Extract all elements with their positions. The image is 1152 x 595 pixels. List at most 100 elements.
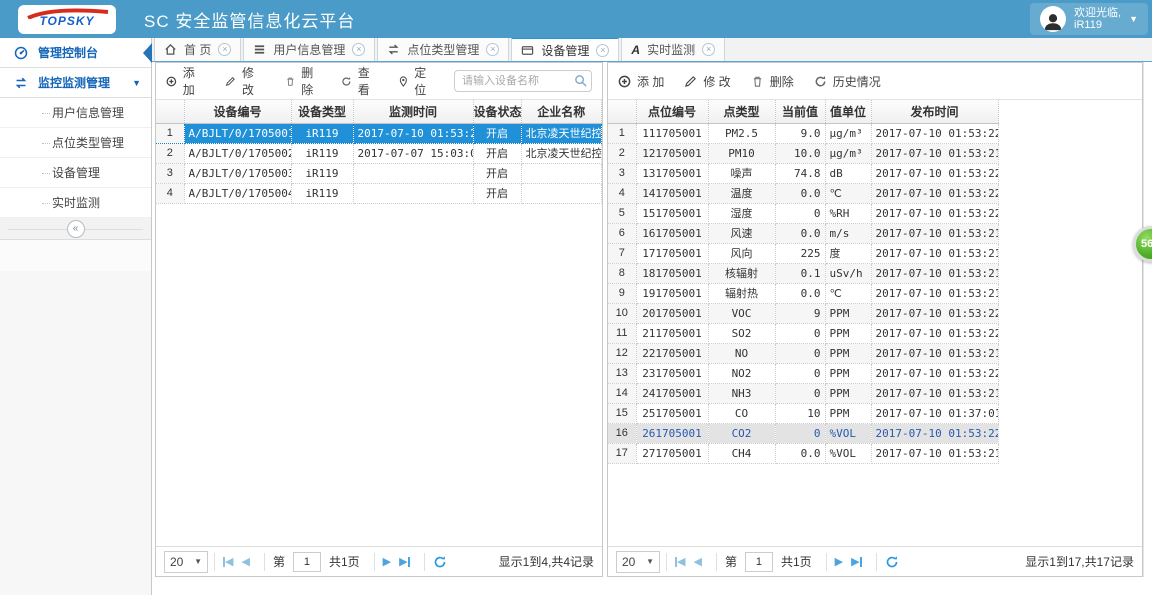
cell[interactable]: 0.0 [775,283,826,304]
table-row[interactable]: 17 271705001 CH4 0.0 %VOL 2017-07-10 01:53:21 [608,443,999,464]
table-row[interactable]: 2 A/BJLT/0/1705002 iR119 2017-07-07 15:03:0… [156,143,602,164]
tab-device-mgmt[interactable]: 设备管理 × [511,37,620,61]
cell[interactable] [521,183,602,204]
cell[interactable]: NO [708,343,776,364]
cell[interactable]: PPM [825,343,872,364]
cell[interactable]: iR119 [291,163,354,184]
cell[interactable]: 0.1 [775,263,826,284]
column-header[interactable]: 设备编号 [184,100,292,124]
cell[interactable]: CO [708,403,776,424]
column-header[interactable]: 值单位 [825,100,872,124]
table-row[interactable]: 13 231705001 NO2 0 PPM 2017-07-10 01:53:22 [608,363,999,384]
cell[interactable]: 261705001 [636,423,709,444]
cell[interactable]: 111705001 [636,123,709,144]
cell[interactable]: A/BJLT/0/1705004 [184,183,292,204]
next-page-button[interactable]: ▶ [383,555,391,568]
cell[interactable]: 0 [775,363,826,384]
cell[interactable]: 辐射热 [708,283,776,304]
row-number[interactable]: 3 [156,163,185,184]
cell[interactable]: μg/m³ [825,123,872,144]
search-icon[interactable] [574,74,587,87]
table-row[interactable]: 2 121705001 PM10 10.0 μg/m³ 2017-07-10 01:53:… [608,143,999,164]
sidebar-section-console[interactable]: 管理控制台 [0,38,151,68]
user-menu[interactable]: 欢迎光临, iR119 ▼ [1030,3,1148,35]
cell[interactable]: 2017-07-07 15:03:05 [353,143,474,164]
cell[interactable]: 181705001 [636,263,709,284]
cell[interactable]: 2017-07-10 01:53:21 [871,243,999,264]
cell[interactable]: A/BJLT/0/1705002 [184,143,292,164]
page-size-select[interactable]: 20 ▼ [616,550,660,573]
cell[interactable]: μg/m³ [825,143,872,164]
row-number[interactable]: 12 [608,343,637,364]
row-number[interactable]: 8 [608,263,637,284]
table-row[interactable]: 11 211705001 SO2 0 PPM 2017-07-10 01:53:22 [608,323,999,344]
cell[interactable]: 开启 [473,183,522,204]
table-row[interactable]: 16 261705001 CO2 0 %VOL 2017-07-10 01:53:22 [608,423,999,444]
prev-page-button[interactable]: ◀ [693,555,701,568]
cell[interactable]: 2017-07-10 01:53:21 [871,443,999,464]
cell[interactable]: 9.0 [775,123,826,144]
view-button[interactable]: 查看 [341,64,377,98]
cell[interactable]: PM2.5 [708,123,776,144]
cell[interactable]: 2017-07-10 01:53:22 [871,123,999,144]
close-icon[interactable]: × [702,43,716,56]
cell[interactable]: 温度 [708,183,776,204]
refresh-icon[interactable] [885,555,899,569]
cell[interactable] [353,183,474,204]
cell[interactable]: 0 [775,203,826,224]
column-header[interactable]: 监测时间 [353,100,474,124]
add-button[interactable]: 添 加 [618,73,664,90]
cell[interactable]: 221705001 [636,343,709,364]
close-icon[interactable]: × [352,43,366,56]
table-row[interactable]: 6 161705001 风速 0.0 m/s 2017-07-10 01:53:21 [608,223,999,244]
cell[interactable]: 开启 [473,123,522,144]
row-number[interactable]: 10 [608,303,637,324]
cell[interactable]: SO2 [708,323,776,344]
table-row[interactable]: 10 201705001 VOC 9 PPM 2017-07-10 01:53:22 [608,303,999,324]
cell[interactable]: dB [825,163,872,184]
cell[interactable]: 2017-07-10 01:53:22 [871,183,999,204]
edit-button[interactable]: 修 改 [684,73,731,90]
cell[interactable]: 0 [775,323,826,344]
page-number-input[interactable] [292,551,321,572]
chevron-down-icon[interactable]: ▼ [1129,14,1138,24]
edit-button[interactable]: 修 改 [225,64,264,98]
row-number[interactable]: 15 [608,403,637,424]
cell[interactable]: 2017-07-10 01:53:21 [871,223,999,244]
cell[interactable]: 231705001 [636,363,709,384]
row-number[interactable]: 2 [156,143,185,164]
row-number[interactable]: 11 [608,323,637,344]
cell[interactable]: 北京凌天世纪控股股份有限公司 [521,123,602,144]
table-row[interactable]: 1 A/BJLT/0/1705001 iR119 2017-07-10 01:53:2… [156,123,602,144]
row-number[interactable]: 5 [608,203,637,224]
cell[interactable]: iR119 [291,143,354,164]
cell[interactable]: 161705001 [636,223,709,244]
cell[interactable] [353,163,474,184]
cell[interactable]: uSv/h [825,263,872,284]
delete-button[interactable]: 删除 [285,64,321,98]
row-number[interactable]: 14 [608,383,637,404]
close-icon[interactable]: × [596,43,610,57]
cell[interactable]: 10 [775,403,826,424]
cell[interactable]: 2017-07-10 01:37:01 [871,403,999,424]
cell[interactable]: 211705001 [636,323,709,344]
sidebar-section-monitoring[interactable]: 监控监测管理 ▼ [0,68,151,98]
row-number[interactable]: 7 [608,243,637,264]
close-icon[interactable]: × [218,43,232,56]
table-row[interactable]: 3 A/BJLT/0/1705003 iR119 开启 [156,163,602,184]
delete-button[interactable]: 删除 [751,73,794,90]
cell[interactable]: PPM [825,363,872,384]
row-number[interactable]: 2 [608,143,637,164]
cell[interactable]: 2017-07-10 01:53:21 [871,263,999,284]
cell[interactable]: 151705001 [636,203,709,224]
cell[interactable]: 271705001 [636,443,709,464]
cell[interactable]: 131705001 [636,163,709,184]
sidebar-item-device-mgmt[interactable]: 设备管理 [0,158,151,188]
history-button[interactable]: 历史情况 [814,73,881,90]
cell[interactable]: %RH [825,203,872,224]
cell[interactable]: ℃ [825,283,872,304]
cell[interactable]: 191705001 [636,283,709,304]
cell[interactable]: CO2 [708,423,776,444]
cell[interactable]: CH4 [708,443,776,464]
sidebar-item-point-type[interactable]: 点位类型管理 [0,128,151,158]
